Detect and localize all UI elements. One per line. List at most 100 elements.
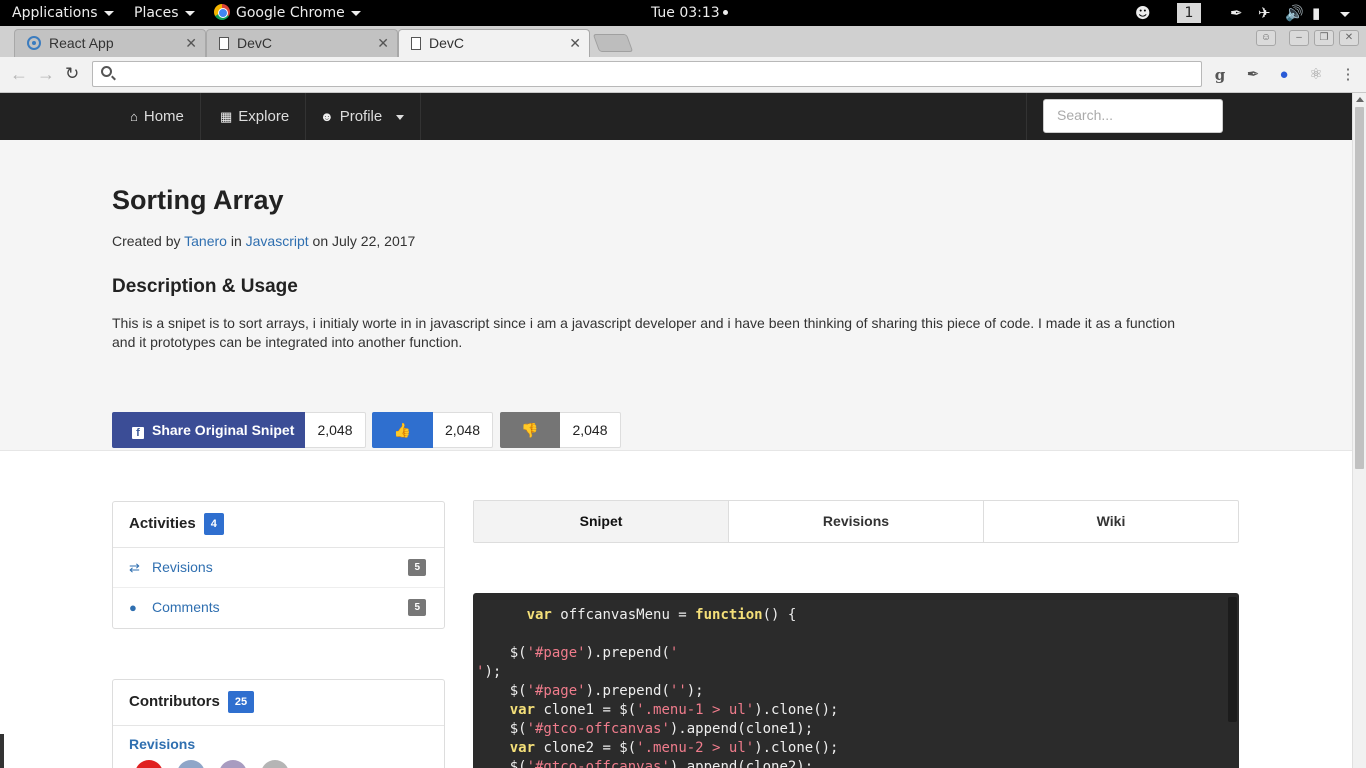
profile-icon[interactable]: ☺ [1256, 30, 1276, 46]
active-app-menu[interactable]: Google Chrome [214, 0, 361, 26]
workspace-indicator[interactable]: 1 [1177, 3, 1201, 23]
avatar[interactable] [219, 760, 247, 768]
snippet-date: July 22, 2017 [332, 233, 416, 249]
eyedropper-extension-icon[interactable]: ✒ [1243, 65, 1263, 85]
on-word: on [312, 233, 329, 249]
code-line: $('#gtco-offcanvas').append(clone2); [476, 759, 814, 768]
page-scrollbar[interactable] [1352, 93, 1366, 768]
grid-icon: ▦ [220, 109, 233, 124]
activity-count-badge: 5 [408, 559, 426, 576]
close-icon[interactable]: ✕ [185, 30, 197, 57]
thumbs-down-icon: 👎 [521, 422, 539, 438]
like-count: 2,048 [433, 412, 493, 448]
browser-tab-devc-2[interactable]: DevC ✕ [398, 29, 590, 57]
applications-label: Applications [12, 5, 98, 21]
code-line: '); [476, 664, 502, 680]
contributors-revisions-label[interactable]: Revisions [113, 726, 444, 752]
chevron-down-icon [396, 114, 405, 120]
close-icon[interactable]: ✕ [569, 30, 581, 57]
browser-tab-react-app[interactable]: React App ✕ [14, 29, 206, 57]
minimize-icon[interactable]: – [1289, 30, 1309, 46]
page-title: Sorting Array [112, 185, 284, 215]
new-tab-button[interactable] [592, 34, 634, 52]
clock-label: Tue 03:13 [651, 5, 720, 21]
like-button[interactable]: 👍 [372, 412, 433, 448]
nav-explore[interactable]: ▦ Explore [204, 93, 307, 140]
snippet-tabs: Snipet Revisions Wiki [473, 500, 1239, 543]
scrollbar-thumb[interactable] [1355, 107, 1364, 469]
avatar[interactable] [261, 760, 289, 768]
code-block[interactable]: var offcanvasMenu = function() { $('#pag… [473, 593, 1239, 768]
share-button[interactable]: f Share Original Snipet [112, 412, 305, 448]
people-icon[interactable]: ☻ [1135, 0, 1151, 26]
site-navbar: ⌂ Home ▦ Explore ☻ Profile [0, 93, 1352, 140]
snippet-header: Sorting Array Created by Tanero in Javas… [0, 140, 1352, 451]
retweet-icon: ⇄ [129, 560, 140, 575]
avatar[interactable] [177, 760, 205, 768]
nav-explore-label: Explore [238, 108, 290, 125]
browser-tab-devc-1[interactable]: DevC ✕ [206, 29, 398, 57]
search-icon [101, 66, 112, 77]
tab-revisions[interactable]: Revisions [729, 501, 984, 542]
chrome-menu-icon[interactable]: ⋮ [1340, 65, 1356, 85]
browser-toolbar: ← → ↻ g ✒ ● ⚛ ⋮ [0, 57, 1366, 93]
close-icon[interactable]: ✕ [377, 30, 389, 57]
maximize-icon[interactable]: ❐ [1314, 30, 1334, 46]
react-devtools-icon[interactable]: ⚛ [1306, 65, 1326, 85]
nav-profile[interactable]: ☻ Profile [304, 93, 422, 140]
clock[interactable]: Tue 03:13 [651, 0, 728, 26]
system-top-bar: Applications Places Google Chrome Tue 03… [0, 0, 1366, 26]
reload-icon[interactable]: ↻ [65, 57, 79, 91]
author-link[interactable]: Tanero [184, 233, 227, 249]
activities-title: Activities [129, 515, 196, 532]
nav-home[interactable]: ⌂ Home [114, 93, 201, 140]
thumbs-up-icon: 👍 [393, 422, 412, 438]
share-button-group: f Share Original Snipet 2,048 [112, 412, 366, 448]
in-word: in [230, 233, 242, 249]
activities-card: Activities 4 ⇄ Revisions 5 ● Comments 5 [112, 501, 445, 629]
pen-icon[interactable]: ✒ [1230, 0, 1243, 26]
avatar[interactable] [135, 760, 163, 768]
tab-wiki[interactable]: Wiki [984, 501, 1238, 542]
activity-label: Revisions [152, 559, 213, 575]
airplane-icon[interactable]: ✈ [1258, 0, 1271, 26]
activities-header: Activities 4 [113, 502, 444, 548]
page-viewport: ⌂ Home ▦ Explore ☻ Profile Sorting Array Cr… [0, 93, 1352, 768]
site-search-input[interactable] [1057, 100, 1217, 130]
activity-count-badge: 5 [408, 599, 426, 616]
description-heading: Description & Usage [112, 276, 298, 297]
code-content: var offcanvasMenu = function() { $('#pag… [476, 606, 838, 768]
site-search[interactable] [1043, 99, 1223, 133]
language-link[interactable]: Javascript [246, 233, 309, 249]
active-app-label: Google Chrome [236, 5, 345, 21]
dislike-count: 2,048 [560, 412, 621, 448]
activity-item-revisions[interactable]: ⇄ Revisions 5 [113, 548, 444, 588]
dislike-button[interactable]: 👎 [500, 412, 560, 448]
battery-icon[interactable]: ▮ [1312, 0, 1320, 26]
side-panel-handle[interactable] [0, 734, 4, 768]
tab-snipet[interactable]: Snipet [474, 501, 729, 542]
address-input[interactable] [121, 64, 1191, 84]
code-scrollbar[interactable] [1228, 597, 1237, 722]
back-arrow-icon[interactable]: ← [10, 57, 28, 91]
system-menu-chevron-icon[interactable] [1340, 1, 1350, 27]
applications-menu[interactable]: Applications [12, 0, 114, 26]
tab-title: React App [49, 35, 114, 51]
close-window-icon[interactable]: ✕ [1339, 30, 1359, 46]
code-line: var offcanvasMenu = function() { [526, 607, 797, 623]
places-menu[interactable]: Places [134, 0, 195, 26]
navbar-divider [1026, 93, 1027, 140]
google-extension-icon[interactable]: g [1212, 65, 1228, 85]
places-label: Places [134, 5, 179, 21]
chevron-down-icon [350, 10, 361, 16]
activity-item-comments[interactable]: ● Comments 5 [113, 588, 444, 628]
address-bar[interactable] [92, 61, 1202, 87]
zoom-extension-icon[interactable]: ● [1275, 65, 1293, 85]
scroll-up-icon[interactable] [1356, 97, 1364, 102]
snippet-meta: Created by Tanero in Javascript on July … [112, 233, 415, 249]
code-line: $('#gtco-offcanvas').append(clone1); [476, 721, 814, 737]
forward-arrow-icon[interactable]: → [37, 57, 55, 91]
code-line: var clone1 = $('.menu-1 > ul').clone(); [509, 702, 839, 718]
volume-icon[interactable]: 🔊 [1285, 0, 1304, 26]
tab-title: DevC [429, 35, 465, 51]
